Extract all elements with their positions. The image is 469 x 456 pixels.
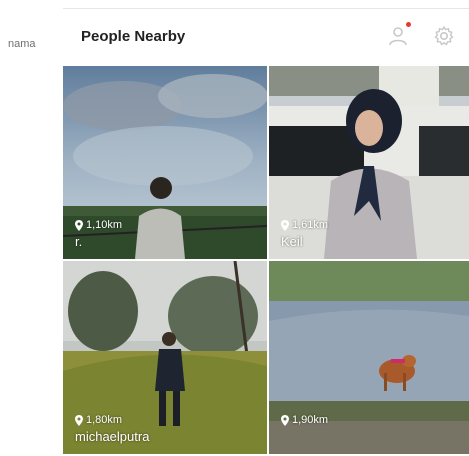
distance-text: 1,10km	[86, 219, 123, 231]
top-divider	[63, 8, 469, 9]
distance-text: 1,61km	[292, 219, 329, 231]
location-pin-icon	[75, 414, 83, 426]
location-pin-icon	[281, 414, 289, 426]
notification-dot	[406, 22, 411, 27]
side-label: nama	[8, 38, 36, 50]
distance-text: 1,90km	[292, 414, 329, 426]
distance-label: 1,80km	[75, 414, 122, 426]
person-name: michaelputra	[75, 429, 150, 444]
person-card[interactable]: 1,90km	[269, 261, 469, 454]
people-nearby-header: People Nearby	[63, 20, 469, 60]
people-grid: 1,10km r. 1,61km Keil 1,80km michaelputr…	[63, 66, 469, 454]
person-icon[interactable]	[388, 25, 410, 47]
location-pin-icon	[75, 219, 83, 231]
distance-label: 1,10km	[75, 219, 122, 231]
person-card[interactable]: 1,10km r.	[63, 66, 267, 259]
distance-text: 1,80km	[86, 414, 123, 426]
distance-label: 1,90km	[281, 414, 328, 426]
page-title: People Nearby	[81, 28, 186, 45]
distance-label: 1,61km	[281, 219, 328, 231]
person-name: Keil	[281, 234, 303, 249]
gear-icon[interactable]	[433, 25, 455, 47]
location-pin-icon	[281, 219, 289, 231]
person-card[interactable]: 1,80km michaelputra	[63, 261, 267, 454]
person-name: r.	[75, 234, 83, 249]
person-card[interactable]: 1,61km Keil	[269, 66, 469, 259]
